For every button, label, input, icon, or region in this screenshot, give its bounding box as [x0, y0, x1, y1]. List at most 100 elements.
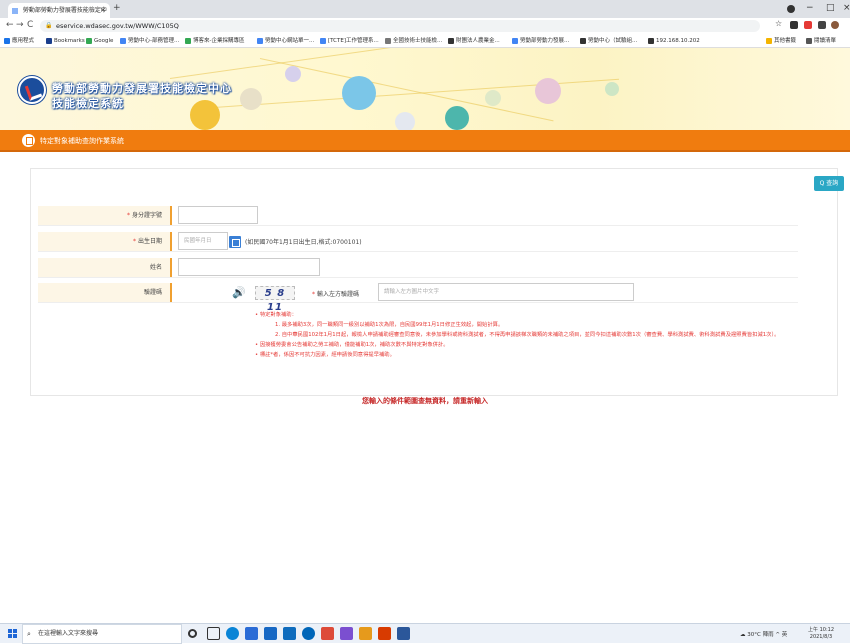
note-item-2: 2. 自中華民國102年1月1日起，報檢人申請補助經審查同意後，未參加學科或術科… [275, 332, 780, 338]
cortana-icon[interactable] [188, 629, 197, 638]
outlook-icon[interactable] [264, 627, 277, 640]
bookmark-bookmarks[interactable]: Bookmarks [46, 34, 85, 47]
bookmark-4[interactable]: [TCTE]工作管理系... [320, 34, 379, 47]
back-button[interactable]: ← [6, 20, 14, 30]
reload-button[interactable]: C [27, 20, 33, 30]
site-title: 勞動部勞動力發展署技能檢定中心 [52, 82, 232, 95]
tab-close-icon[interactable]: × [100, 3, 106, 18]
clock-time: 上午 10:12 [808, 627, 834, 633]
captcha-label: 驗證碼 [38, 283, 172, 302]
url-bar[interactable]: 🔒 eservice.wdasec.gov.tw/WWW/C105Q [40, 20, 760, 32]
result-message: 您輸入的條件範圍查無資料，請重新輸入 [362, 397, 488, 405]
name-row: 姓名 [38, 258, 798, 278]
site-favicon-icon [12, 7, 18, 14]
url-text: eservice.wdasec.gov.tw/WWW/C105Q [56, 22, 179, 30]
site-logo[interactable] [18, 76, 46, 104]
system-tray: ☁ 30°C 陣雨 ^ 英 [740, 630, 787, 638]
weather-text[interactable]: 30°C 陣雨 [747, 632, 773, 638]
powerpoint-icon[interactable] [378, 627, 391, 640]
avatar[interactable] [831, 21, 839, 29]
decor-bubble [395, 112, 415, 130]
taskbar-search-input[interactable]: ⌕ 在這裡輸入文字來搜尋 [22, 624, 182, 644]
note-item-3: 因接獲勞委會公告補助之勞工補助，僅能補助1次，補助次數不與特定對象併計。 [255, 340, 850, 350]
document-icon [22, 134, 35, 147]
notes-list: 特定對象補助： 1. 最多補助3次，同一職類同一級別以補助1次為限，自民國99年… [255, 310, 850, 360]
birth-row: * 出生日期 [38, 232, 798, 252]
calendar-icon[interactable] [229, 236, 241, 248]
birth-label: * 出生日期 [38, 232, 172, 251]
name-input[interactable] [178, 258, 320, 276]
captcha-image[interactable]: 5 8 11 [255, 286, 295, 313]
address-toolbar: ← → C 🔒 eservice.wdasec.gov.tw/WWW/C105Q… [0, 18, 850, 34]
query-button[interactable]: Q 查詢 [814, 176, 844, 191]
system-title-bar: 特定對象補助查詢作業系統 [0, 130, 850, 152]
name-label: 姓名 [38, 258, 172, 277]
bookmark-apps[interactable]: 應用程式 [4, 34, 34, 47]
bookmark-6[interactable]: 財團法人農業金... [448, 34, 500, 47]
profile-icon[interactable] [787, 5, 795, 13]
note-item-1: 1. 最多補助3次，同一職類同一級別以補助1次為限，自民國99年1月1日修正生效… [275, 322, 504, 328]
bookmark-8[interactable]: 勞動中心（試驗組... [580, 34, 637, 47]
bookmark-google[interactable]: Google [86, 34, 113, 47]
decor-bubble [285, 66, 301, 82]
bookmark-5[interactable]: 全國技術士技能檢... [385, 34, 442, 47]
puzzle-icon[interactable] [818, 21, 826, 29]
browser-tab[interactable]: 勞動部勞動力發展署技能檢定中 × [8, 3, 110, 18]
site-banner: 勞動部勞動力發展署技能檢定中心 技能檢定系統 [0, 48, 850, 130]
birth-input[interactable]: 民國年月日 [178, 232, 228, 250]
new-tab-button[interactable]: + [113, 3, 121, 13]
decor-line [169, 48, 586, 79]
bookmark-2[interactable]: 博客來-企業採購專區 [185, 34, 245, 47]
minimize-button[interactable]: − [806, 3, 814, 13]
decor-bubble [535, 78, 561, 104]
clock[interactable]: 上午 10:12 2021/8/3 [808, 627, 834, 641]
chrome-icon[interactable] [321, 627, 334, 640]
task-view-icon[interactable] [207, 627, 220, 640]
lock-icon: 🔒 [45, 22, 53, 29]
decor-bubble [445, 106, 469, 130]
word-icon[interactable] [397, 627, 410, 640]
forward-button[interactable]: → [16, 20, 24, 30]
app-icon[interactable] [340, 627, 353, 640]
store-icon[interactable] [245, 627, 258, 640]
captcha-input-label: * 輸入左方驗證碼 [312, 291, 360, 298]
edge-icon[interactable] [226, 627, 239, 640]
system-title: 特定對象補助查詢作業系統 [40, 137, 124, 145]
notes-heading: 特定對象補助： [255, 310, 850, 320]
note-item-4: 標註*者，係因不可抗力因素，經申請後同意得提早補助。 [255, 350, 850, 360]
decor-bubble [190, 100, 220, 130]
audio-captcha-icon[interactable]: 🔊 [232, 286, 246, 299]
weather-icon[interactable]: ☁ [740, 632, 746, 638]
id-label: * 身分證字號 [38, 206, 172, 225]
bookmark-3[interactable]: 勞動中心網站單一... [257, 34, 314, 47]
language-indicator[interactable]: 英 [782, 632, 788, 638]
tab-title: 勞動部勞動力發展署技能檢定中 [22, 7, 107, 14]
windows-start-icon[interactable] [8, 629, 18, 639]
windows-taskbar: ⌕ 在這裡輸入文字來搜尋 ☁ 30°C 陣雨 ^ 英 上午 10:12 2021… [0, 623, 850, 644]
decor-bubble [485, 90, 501, 106]
bookmark-9[interactable]: 192.168.10.202 [648, 34, 700, 47]
search-icon: ⌕ [27, 630, 31, 638]
star-icon[interactable]: ☆ [775, 19, 783, 28]
bookmark-reading-list[interactable]: 閱讀清單 [806, 34, 836, 47]
id-input[interactable] [178, 206, 258, 224]
maximize-button[interactable]: □ [826, 3, 835, 13]
mail-icon[interactable] [283, 627, 296, 640]
captcha-input[interactable]: 請輸入左方圖片中文字 [378, 283, 634, 301]
bookmark-other[interactable]: 其他書籤 [766, 34, 796, 47]
query-panel [30, 168, 838, 396]
bookmark-1[interactable]: 勞動中心-部務管理... [120, 34, 179, 47]
decor-bubble [240, 88, 262, 110]
bookmark-7[interactable]: 勞動部勞動力發展... [512, 34, 569, 47]
tray-arrow-icon[interactable]: ^ [775, 632, 780, 638]
folder-icon[interactable] [359, 627, 372, 640]
decor-bubble [342, 76, 376, 110]
extension-red-icon[interactable] [804, 21, 812, 29]
decor-bubble [605, 82, 619, 96]
id-row: * 身分證字號 [38, 206, 798, 226]
birth-hint: (如民國70年1月1日出生日,格式:0700101) [245, 239, 362, 246]
site-subtitle: 技能檢定系統 [52, 97, 124, 110]
extension-icon[interactable] [790, 21, 798, 29]
close-window-button[interactable]: × [843, 3, 850, 13]
ie-icon[interactable] [302, 627, 315, 640]
